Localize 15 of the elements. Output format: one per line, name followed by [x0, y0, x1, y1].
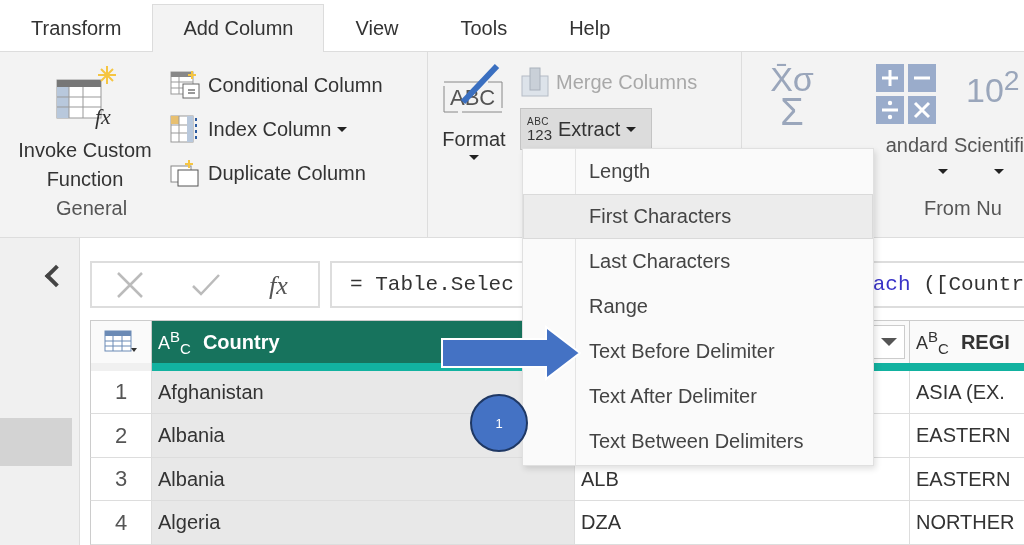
row-number: 1	[90, 371, 152, 414]
statistics-icon: X̄σ Σ	[770, 64, 814, 129]
group-label: General	[55, 197, 129, 221]
scientific-icon: 10$^{2}$	[965, 64, 1020, 134]
table-cell: Algeria	[152, 501, 575, 545]
row-number: 4	[90, 501, 152, 545]
group-label: From Nu	[922, 197, 1003, 221]
table-cell: DZA	[575, 501, 910, 545]
formula-text: ach	[872, 273, 911, 296]
row-number: 2	[90, 414, 152, 458]
formula-text: ([Countr	[922, 273, 1024, 296]
formula-text: = Table.Selec	[350, 273, 514, 296]
extract-icon: ABC 123	[527, 116, 552, 142]
row-number: 3	[90, 458, 152, 501]
table-cell: Albania	[152, 458, 575, 501]
